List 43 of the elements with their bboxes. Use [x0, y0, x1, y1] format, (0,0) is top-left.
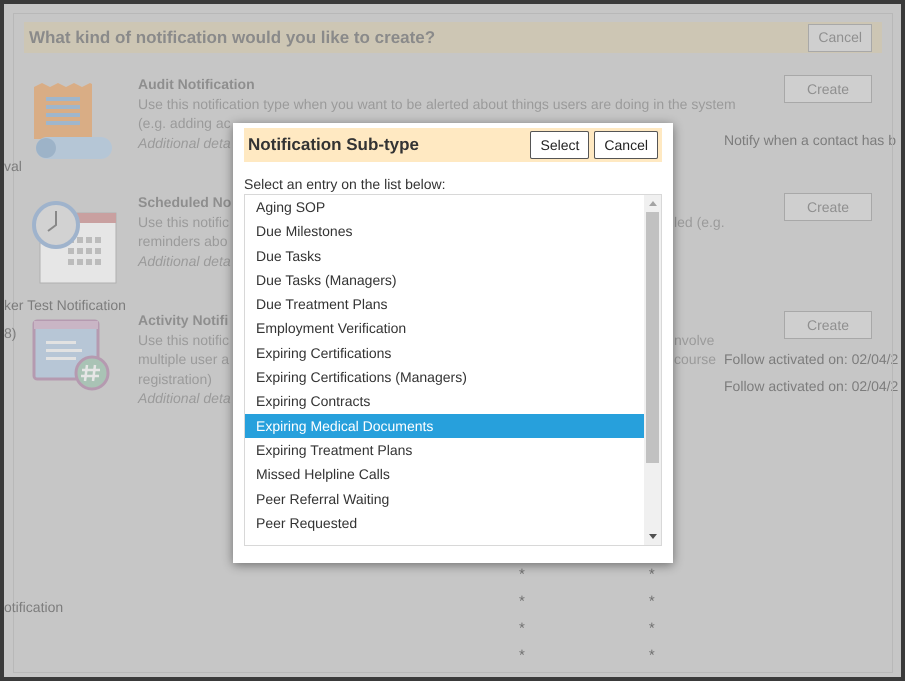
cancel-button[interactable]: Cancel	[594, 131, 658, 159]
notepad-hash-icon	[32, 319, 110, 391]
scroll-up-icon[interactable]	[648, 201, 656, 206]
modal-title: Notification Sub-type	[248, 134, 419, 156]
notification-type-title: Scheduled No	[138, 193, 232, 212]
page-text: otification	[4, 598, 64, 617]
list-entry[interactable]: Expiring Certifications	[245, 340, 644, 366]
prompt-text: Select an entry on the list below:	[244, 176, 446, 193]
page-text: val	[4, 157, 22, 176]
asterisk-mark: *	[648, 620, 655, 638]
asterisk-mark: *	[519, 593, 525, 611]
scroll-down-icon[interactable]	[648, 534, 656, 539]
list-entry[interactable]: Due Tasks	[245, 244, 644, 268]
list-entry[interactable]: Aging SOP	[245, 195, 644, 220]
asterisk-mark: *	[648, 593, 655, 611]
list-entry[interactable]: Peer Requested	[245, 510, 644, 536]
list-entry[interactable]: Expiring Contracts	[245, 389, 644, 414]
list-entry[interactable]: Due Tasks (Managers)	[245, 268, 644, 292]
entry-listbox[interactable]	[244, 194, 662, 546]
list-entry[interactable]: Due Milestones	[245, 219, 644, 244]
document-scroll-icon	[32, 83, 114, 161]
page-text: 8)	[4, 324, 16, 343]
page-text: ker Test Notification	[4, 296, 126, 315]
asterisk-mark: *	[648, 647, 655, 665]
page-text: Follow activated on: 02/04/2	[724, 350, 898, 369]
scrollbar[interactable]	[644, 195, 661, 545]
scrollbar-thumb[interactable]	[646, 212, 659, 463]
list-entry[interactable]: Expiring Treatment Plans	[245, 438, 644, 462]
page-text: Follow activated on: 02/04/2	[724, 377, 898, 396]
notification-type-title: Activity Notifi	[138, 311, 228, 330]
dialog-title: What kind of notification would you like to create?	[29, 26, 436, 49]
list-entry[interactable]: Missed Helpline Calls	[245, 462, 644, 487]
clock-calendar-icon	[32, 201, 118, 285]
list-entry[interactable]: Due Treatment Plans	[245, 292, 644, 316]
notification-type-title: Audit Notification	[138, 75, 255, 94]
list-entry[interactable]: Expiring Certifications (Managers)	[245, 365, 644, 390]
asterisk-mark: *	[519, 620, 525, 638]
select-button[interactable]: Select	[530, 131, 590, 159]
list-entry[interactable]: Employment Verification	[245, 316, 644, 341]
list-entry[interactable]: Peer Referral Waiting	[245, 486, 644, 511]
asterisk-mark: *	[648, 566, 655, 584]
asterisk-mark: *	[519, 566, 525, 584]
asterisk-mark: *	[519, 647, 525, 665]
